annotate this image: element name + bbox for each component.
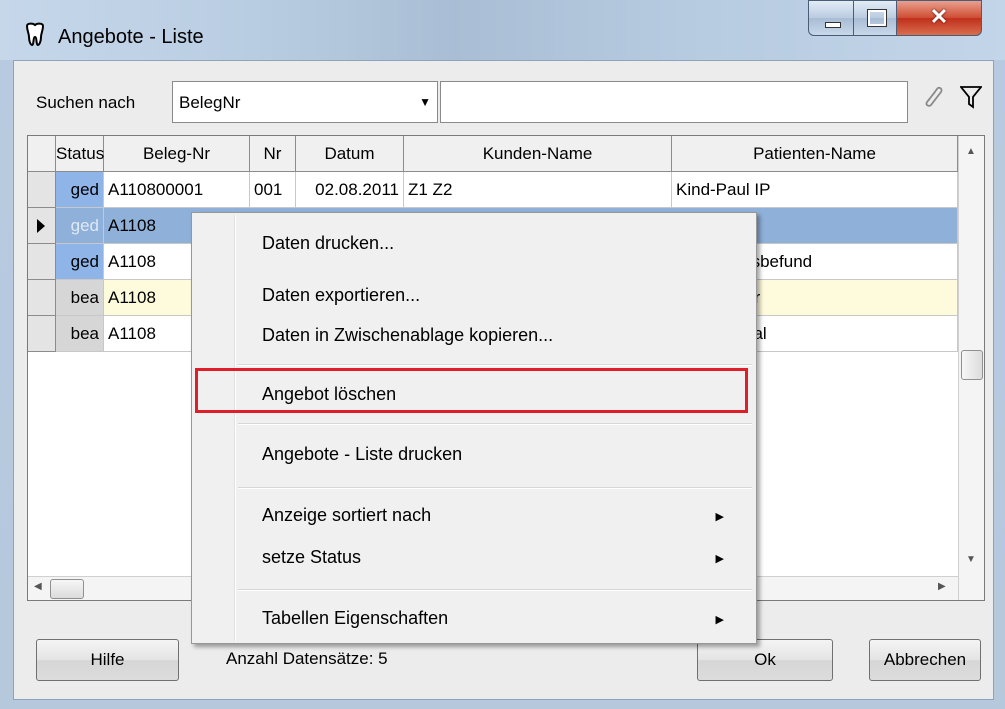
row-indicator[interactable] [28,244,56,280]
tooth-icon [25,22,45,46]
current-row-icon [37,219,45,233]
ok-button[interactable]: Ok [697,639,833,681]
beleg-nr-cell[interactable]: A110800001 [104,172,250,208]
nr-cell[interactable]: 001 [250,172,296,208]
paperclip-icon[interactable] [922,83,944,109]
row-indicator[interactable] [28,316,56,352]
column-header-datum[interactable]: Datum [296,136,404,172]
status-cell[interactable]: ged [56,172,104,208]
menu-item-print-data[interactable]: Daten drucken... [262,233,394,254]
status-cell[interactable]: bea [56,316,104,352]
status-cell[interactable]: ged [56,244,104,280]
menu-item-print-list[interactable]: Angebote - Liste drucken [262,444,462,465]
patienten-name-cell[interactable]: Kind-Paul IP [672,172,958,208]
chevron-down-icon: ▼ [419,95,431,109]
column-header-nr[interactable]: Nr [250,136,296,172]
title-bar[interactable]: Angebote - Liste ✕ [0,0,1005,60]
context-menu: Daten drucken... Daten exportieren... Da… [191,212,757,644]
status-cell[interactable]: bea [56,280,104,316]
help-button[interactable]: Hilfe [36,639,179,681]
search-label: Suchen nach [36,93,136,112]
minimize-icon [825,22,841,28]
menu-item-copy-clipboard[interactable]: Daten in Zwischenablage kopieren... [262,325,553,346]
kunden-name-cell[interactable]: Z1 Z2 [404,172,672,208]
search-input[interactable] [440,81,908,123]
row-indicator[interactable] [28,172,56,208]
menu-item-export-data[interactable]: Daten exportieren... [262,285,420,306]
cancel-button[interactable]: Abbrechen [869,639,981,681]
menu-separator [238,487,752,489]
menu-item-delete-offer[interactable]: Angebot löschen [262,384,396,405]
scroll-right-icon[interactable]: ▶ [938,581,946,592]
submenu-arrow-icon: ▶ [715,614,724,626]
menu-separator [238,589,752,591]
close-button[interactable]: ✕ [896,0,982,36]
record-count: Anzahl Datensätze: 5 [226,649,388,668]
horizontal-scroll-thumb[interactable] [50,579,84,599]
menu-separator [238,423,752,425]
vertical-scroll-thumb[interactable] [961,350,983,380]
search-field-select[interactable]: BelegNr ▼ [172,81,438,123]
grid-corner [28,136,56,172]
scroll-up-icon[interactable]: ▲ [966,146,976,157]
app-window: Angebote - Liste ✕ Suchen nach BelegNr ▼ [0,0,1005,709]
datum-cell[interactable]: 02.08.2011 [296,172,404,208]
search-field-value: BelegNr [179,93,241,112]
vertical-scrollbar[interactable]: ▲ ▼ [958,136,984,600]
window-title: Angebote - Liste [58,26,204,48]
menu-item-set-status[interactable]: setze Status [262,547,361,568]
scroll-left-icon[interactable]: ◀ [34,581,42,592]
menu-gutter [234,215,236,641]
column-header-patienten-name[interactable]: Patienten-Name [672,136,958,172]
menu-item-sort-by[interactable]: Anzeige sortiert nach [262,505,431,526]
maximize-button[interactable] [853,0,897,36]
scroll-down-icon[interactable]: ▼ [966,554,976,565]
status-cell[interactable]: ged [56,208,104,244]
close-icon: ✕ [929,4,949,29]
maximize-icon [867,9,887,27]
filter-icon[interactable] [960,85,982,109]
row-indicator[interactable] [28,280,56,316]
submenu-arrow-icon: ▶ [715,553,724,565]
column-header-kunden-name[interactable]: Kunden-Name [404,136,672,172]
menu-separator [238,364,752,366]
minimize-button[interactable] [808,0,854,36]
menu-item-table-properties[interactable]: Tabellen Eigenschaften [262,608,448,629]
submenu-arrow-icon: ▶ [715,511,724,523]
column-header-status[interactable]: Status [56,136,104,172]
column-header-beleg-nr[interactable]: Beleg-Nr [104,136,250,172]
row-indicator[interactable] [28,208,56,244]
